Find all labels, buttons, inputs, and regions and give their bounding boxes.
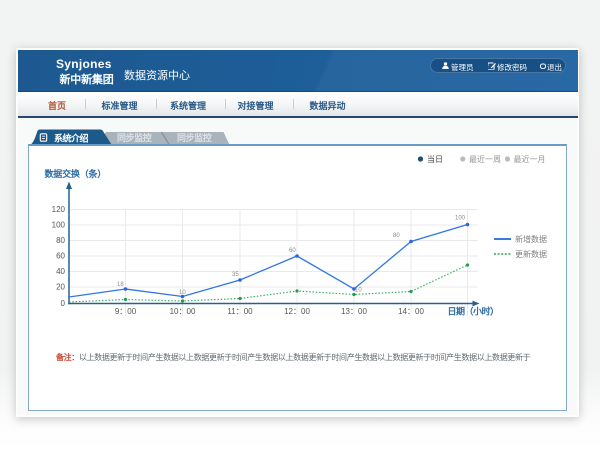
svg-text:新增数据: 新增数据: [515, 234, 547, 244]
svg-text:60: 60: [56, 252, 65, 261]
svg-text:120: 120: [52, 205, 66, 214]
svg-text:10: 10: [179, 290, 186, 296]
svg-text:9：00: 9：00: [115, 307, 137, 316]
svg-text:40: 40: [56, 267, 65, 276]
svg-text:80: 80: [393, 233, 400, 239]
svg-text:同步监控: 同步监控: [177, 132, 212, 143]
svg-text:同步监控: 同步监控: [117, 132, 152, 143]
svg-text:10：00: 10：00: [170, 307, 196, 316]
svg-text:13：00: 13：00: [341, 307, 367, 316]
svg-text:18: 18: [117, 282, 124, 288]
svg-text:12：00: 12：00: [284, 307, 310, 316]
svg-text:14：00: 14：00: [398, 307, 424, 316]
svg-text:最近一周: 最近一周: [469, 154, 501, 164]
svg-text:0: 0: [61, 299, 66, 308]
svg-text:20: 20: [56, 283, 65, 292]
svg-text:60: 60: [289, 248, 296, 254]
svg-text:数据交换（条）: 数据交换（条）: [45, 168, 107, 179]
svg-text:最近一月: 最近一月: [514, 154, 546, 164]
svg-text:10: 10: [355, 288, 362, 294]
svg-text:更新数据: 更新数据: [515, 249, 547, 259]
svg-text:日期（小时）: 日期（小时）: [448, 306, 499, 317]
svg-text:80: 80: [56, 236, 65, 245]
svg-text:35: 35: [232, 272, 239, 278]
svg-text:当日: 当日: [427, 154, 443, 164]
svg-text:100: 100: [52, 221, 66, 230]
svg-text:100: 100: [455, 216, 466, 222]
svg-text:11：00: 11：00: [227, 307, 253, 316]
svg-text:系统介绍: 系统介绍: [54, 133, 89, 144]
